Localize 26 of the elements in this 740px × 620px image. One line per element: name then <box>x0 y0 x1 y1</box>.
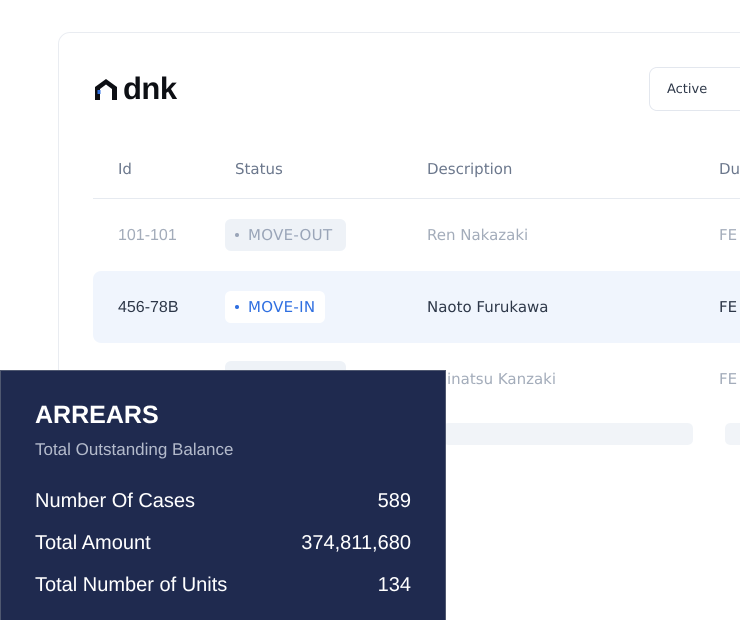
stat-value: 374,811,680 <box>301 532 411 554</box>
column-header: Description <box>427 160 514 178</box>
column-header: Id <box>117 160 133 178</box>
logo-text: dnk <box>123 76 177 102</box>
table-cell: FE <box>719 298 738 316</box>
stat-label: Total Number of Units <box>35 574 228 596</box>
description-cell: Ren Nakazaki <box>427 226 528 244</box>
status-badge: MOVE-OUT <box>225 219 346 251</box>
table-cell: FE <box>719 226 738 244</box>
selected-row[interactable]: 456-78B MOVE-IN Naoto Furukawa FE <box>93 271 740 343</box>
id-cell: 456-78B <box>118 298 178 316</box>
id-cell: 101-101 <box>118 226 177 244</box>
description-cell: Naoto Furukawa <box>427 298 548 316</box>
table-cell: FE <box>719 370 738 388</box>
stat-label: Total Amount <box>35 532 151 554</box>
stat-value: 134 <box>378 574 411 596</box>
column-header: Du <box>719 160 740 178</box>
status-dropdown[interactable]: Active <box>649 67 740 111</box>
house-icon <box>93 78 119 100</box>
column-header: Status <box>234 160 284 178</box>
panel-subtitle: Total Outstanding Balance <box>35 440 234 460</box>
panel-title: ARREARS <box>35 401 160 430</box>
stat-value: 589 <box>378 490 411 512</box>
status-badge: MOVE-IN <box>225 291 326 323</box>
description-cell-text: inatsu Kanzaki <box>446 370 556 388</box>
stat-label: Number Of Cases <box>35 490 196 512</box>
